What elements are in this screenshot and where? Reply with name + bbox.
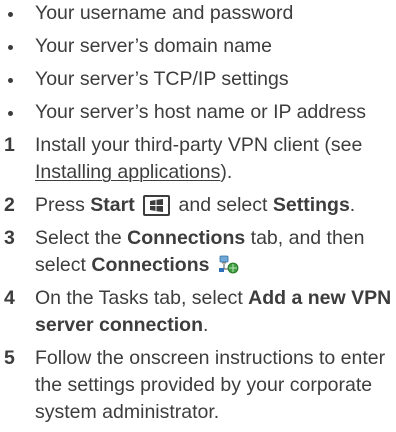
step-4: 4 On the Tasks tab, select Add a new VPN… — [0, 285, 396, 339]
connections-tab-label: Connections — [127, 227, 246, 249]
start-label: Start — [90, 194, 135, 216]
step-text: Install your third-party VPN client (see — [35, 134, 363, 156]
bullet-icon — [8, 45, 13, 50]
list-item: Your username and password — [0, 0, 396, 27]
list-item-text: Your server’s host name or IP address — [35, 101, 366, 123]
requirements-list: Your username and password Your server’s… — [0, 0, 396, 126]
list-item-text: Your server’s domain name — [35, 35, 273, 57]
settings-label: Settings — [272, 194, 350, 216]
step-number: 3 — [4, 227, 15, 249]
step-text: and select — [173, 194, 273, 216]
list-item: Your server’s domain name — [0, 33, 396, 60]
step-5: 5 Follow the onscreen instructions to en… — [0, 345, 396, 426]
step-text: . — [202, 314, 209, 336]
step-2: 2 Press Start and select Settings. — [0, 192, 396, 219]
step-text: Press — [35, 194, 91, 216]
list-item-text: Your username and password — [35, 2, 294, 24]
connections-label: Connections — [91, 254, 210, 276]
step-number: 1 — [4, 134, 15, 156]
step-text: On the Tasks tab, select — [35, 287, 249, 309]
list-item-text: Your server’s TCP/IP settings — [35, 68, 289, 90]
step-text: . — [349, 194, 356, 216]
step-number: 4 — [4, 287, 15, 309]
step-1: 1 Install your third-party VPN client (s… — [0, 132, 396, 186]
bullet-icon — [8, 78, 13, 83]
step-number: 5 — [4, 347, 15, 369]
document-body: Your username and password Your server’s… — [0, 0, 396, 432]
step-text: Select the — [35, 227, 128, 249]
step-text: Follow the onscreen instructions to ente… — [35, 347, 386, 423]
windows-start-key-icon — [143, 195, 171, 216]
list-item: Your server’s host name or IP address — [0, 99, 396, 126]
bullet-icon — [8, 12, 13, 17]
step-number: 2 — [4, 194, 15, 216]
step-3: 3 Select the Connections tab, and then s… — [0, 225, 396, 279]
bullet-icon — [8, 111, 13, 116]
connections-network-icon — [218, 255, 240, 275]
steps-list: 1 Install your third-party VPN client (s… — [0, 132, 396, 426]
step-text: ). — [220, 161, 233, 183]
installing-applications-link[interactable]: Installing applications — [35, 161, 220, 183]
list-item: Your server’s TCP/IP settings — [0, 66, 396, 93]
